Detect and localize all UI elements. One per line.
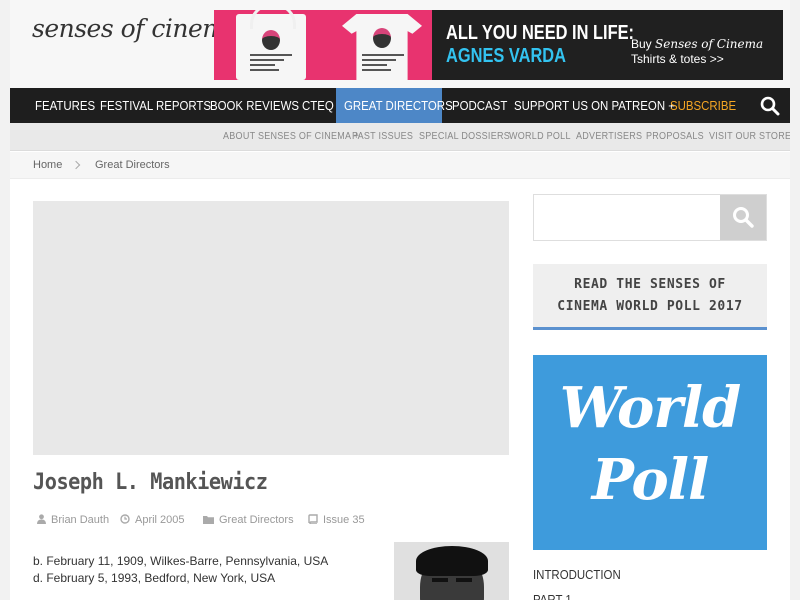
birth-info: b. February 11, 1909, Wilkes-Barre, Penn… — [33, 554, 329, 568]
nav-item-support-patreon[interactable]: Support us on Patreon + — [514, 88, 675, 123]
banner-cta-line2: Tshirts & totes >> — [631, 52, 724, 66]
sidebar-search — [533, 194, 767, 241]
banner-cta-brand: Senses of Cinema — [655, 37, 764, 51]
breadcrumb: Home Great Directors — [10, 152, 790, 179]
sidebar-introduction-link[interactable]: Introduction — [533, 567, 621, 582]
banner-headline: ALL YOU NEED IN LIFE: AGNES VARDA — [446, 22, 634, 68]
meta-author[interactable]: Brian Dauth — [37, 513, 109, 527]
banner-name: AGNES VARDA — [446, 45, 566, 67]
shirt-print-text — [362, 54, 404, 74]
varda-portrait-icon — [262, 30, 280, 50]
nav-item-subscribe[interactable]: Subscribe — [670, 88, 740, 123]
banner-cta-pre: Buy — [631, 37, 656, 51]
article-title: Joseph L. Mankiewicz — [33, 470, 268, 495]
sidebar-search-input[interactable] — [534, 195, 720, 240]
site-header: senses of cinema ALL YOU NEED IN LIFE: A… — [10, 0, 790, 88]
subnav-item-world-poll[interactable]: World Poll — [509, 123, 578, 151]
nav-item-podcast[interactable]: Podcast — [452, 88, 508, 123]
subnav-item-advertisers[interactable]: Advertisers — [576, 123, 650, 151]
subnav-item-store[interactable]: Visit our store — [709, 123, 790, 151]
death-info: d. February 5, 1993, Bedford, New York, … — [33, 571, 276, 585]
poll-image-text-1: World — [559, 375, 742, 441]
subnav-item-proposals[interactable]: Proposals — [646, 123, 710, 151]
nav-item-book-reviews[interactable]: Book Reviews — [210, 88, 302, 123]
nav-item-great-directors[interactable]: Great Directors — [336, 88, 453, 123]
search-icon[interactable] — [760, 96, 780, 116]
tote-bag-image — [236, 10, 306, 80]
merch-banner-ad[interactable]: ALL YOU NEED IN LIFE: AGNES VARDA Buy Se… — [214, 10, 783, 80]
nav-item-cteq[interactable]: CTEQ — [302, 88, 336, 123]
tote-print-text — [250, 54, 292, 74]
folder-icon — [203, 516, 214, 524]
secondary-nav: About Senses of Cinema + Past Issues Spe… — [10, 123, 790, 151]
nav-item-features[interactable]: Features — [10, 88, 96, 123]
poll-promo-line2: Cinema World Poll 2017 — [557, 299, 743, 314]
banner-cta[interactable]: Buy Senses of Cinema Tshirts & totes >> — [631, 37, 763, 67]
meta-category[interactable]: Great Directors — [203, 513, 294, 527]
subnav-item-special-dossiers[interactable]: Special Dossiers — [419, 123, 520, 151]
featured-image-placeholder — [33, 201, 509, 455]
site-logo[interactable]: senses of cinema — [32, 14, 240, 43]
tshirt-image — [342, 14, 422, 80]
search-icon — [733, 207, 754, 228]
clock-icon — [120, 514, 130, 524]
world-poll-image[interactable]: World Poll — [533, 355, 767, 550]
nav-item-festival-reports[interactable]: Festival Reports — [100, 88, 211, 123]
breadcrumb-home[interactable]: Home — [33, 152, 62, 178]
page: senses of cinema ALL YOU NEED IN LIFE: A… — [10, 0, 790, 600]
varda-portrait-icon — [373, 28, 391, 48]
sidebar-search-button[interactable] — [720, 195, 766, 240]
sidebar-part-link[interactable]: Part 1 — [533, 592, 572, 600]
banner-product-panel — [214, 10, 432, 80]
director-portrait-photo — [394, 542, 509, 600]
meta-date: April 2005 — [120, 513, 185, 527]
meta-issue[interactable]: Issue 35 — [308, 513, 365, 527]
poll-promo-line1: Read the Senses of — [574, 277, 726, 292]
user-icon — [37, 514, 46, 524]
banner-headline-text: ALL YOU NEED IN LIFE: — [446, 22, 635, 44]
poll-image-text-2: Poll — [591, 447, 710, 513]
subnav-item-past-issues[interactable]: Past Issues — [352, 123, 420, 151]
breadcrumb-current[interactable]: Great Directors — [95, 152, 170, 178]
world-poll-promo[interactable]: Read the Senses of Cinema World Poll 201… — [533, 264, 767, 330]
chevron-right-icon — [71, 160, 81, 170]
book-icon — [308, 514, 318, 525]
main-nav: Features Festival Reports Book Reviews C… — [10, 88, 790, 123]
